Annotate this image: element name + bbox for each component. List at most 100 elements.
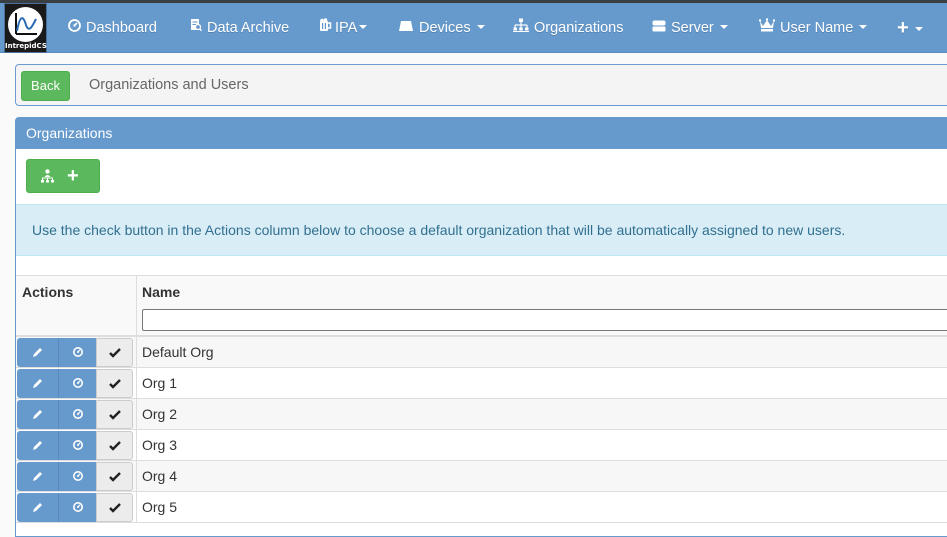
beer-mug-icon bbox=[319, 3, 333, 53]
dashboard-button[interactable] bbox=[59, 400, 96, 429]
check-icon bbox=[108, 407, 121, 423]
pencil-icon bbox=[32, 376, 44, 392]
row-actions bbox=[17, 462, 133, 491]
dashboard-button[interactable] bbox=[59, 369, 96, 398]
set-default-button[interactable] bbox=[96, 369, 133, 398]
chevron-down-icon bbox=[476, 25, 485, 29]
table-row: Org 2 bbox=[16, 399, 947, 430]
org-name: Org 5 bbox=[142, 499, 178, 515]
set-default-button[interactable] bbox=[96, 462, 133, 491]
organizations-panel: Organizations + Use the check button in … bbox=[15, 117, 947, 537]
back-button[interactable]: Back bbox=[21, 71, 70, 101]
edit-button[interactable] bbox=[17, 338, 59, 367]
navbar: IntrepidCS Dashboard Data Archive IPA De… bbox=[0, 3, 947, 53]
pencil-icon bbox=[32, 407, 44, 423]
check-icon bbox=[108, 469, 121, 485]
check-icon bbox=[108, 438, 121, 454]
sitemap-icon bbox=[41, 169, 54, 186]
dashboard-button[interactable] bbox=[59, 462, 96, 491]
panel-title: Organizations bbox=[16, 118, 947, 149]
table-row: Org 4 bbox=[16, 461, 947, 492]
pencil-icon bbox=[32, 438, 44, 454]
column-divider bbox=[136, 276, 137, 336]
nav-user[interactable]: User Name bbox=[758, 3, 868, 53]
sitemap-icon bbox=[513, 3, 529, 53]
check-icon bbox=[108, 500, 121, 516]
crown-icon bbox=[758, 3, 776, 53]
dashboard-button[interactable] bbox=[59, 338, 96, 367]
pencil-icon bbox=[32, 469, 44, 485]
nav-data-archive-label: Data Archive bbox=[207, 20, 290, 36]
device-icon bbox=[398, 3, 414, 53]
column-header-actions: Actions bbox=[22, 284, 74, 300]
org-name: Org 2 bbox=[142, 406, 178, 422]
dashboard-button[interactable] bbox=[59, 493, 96, 522]
set-default-button[interactable] bbox=[96, 431, 133, 460]
org-name: Org 1 bbox=[142, 375, 178, 391]
brand-logo[interactable]: IntrepidCS bbox=[4, 3, 47, 53]
nav-add-menu[interactable]: + bbox=[897, 3, 923, 53]
column-header-name[interactable]: Name bbox=[142, 284, 180, 300]
column-divider bbox=[136, 430, 137, 461]
chevron-down-icon bbox=[719, 25, 728, 29]
edit-button[interactable] bbox=[17, 400, 59, 429]
dashboard-icon bbox=[72, 376, 84, 392]
row-actions bbox=[17, 493, 133, 522]
chevron-down-icon bbox=[914, 27, 923, 31]
edit-button[interactable] bbox=[17, 493, 59, 522]
pencil-icon bbox=[32, 345, 44, 361]
dashboard-icon bbox=[68, 3, 81, 53]
organizations-table: Actions Name Default Org Org 1 Org 2 Org… bbox=[16, 275, 947, 523]
nav-devices[interactable]: Devices bbox=[398, 3, 485, 53]
row-actions bbox=[17, 369, 133, 398]
page-title: Organizations and Users bbox=[89, 77, 249, 93]
org-name: Default Org bbox=[142, 344, 214, 360]
table-row: Org 1 bbox=[16, 368, 947, 399]
edit-button[interactable] bbox=[17, 431, 59, 460]
nav-ipa-label: IPA bbox=[335, 20, 358, 36]
plus-icon: + bbox=[67, 165, 79, 187]
column-divider bbox=[136, 461, 137, 492]
set-default-button[interactable] bbox=[96, 338, 133, 367]
add-organization-button[interactable]: + bbox=[26, 159, 100, 193]
set-default-button[interactable] bbox=[96, 400, 133, 429]
nav-server[interactable]: Server bbox=[652, 3, 728, 53]
edit-button[interactable] bbox=[17, 462, 59, 491]
dashboard-icon bbox=[72, 469, 84, 485]
brand-name: IntrepidCS bbox=[5, 42, 47, 50]
dashboard-icon bbox=[72, 407, 84, 423]
table-row: Org 5 bbox=[16, 492, 947, 523]
breadcrumb: Back Organizations and Users bbox=[15, 64, 947, 106]
row-actions bbox=[17, 400, 133, 429]
chevron-down-icon bbox=[859, 25, 868, 29]
row-actions bbox=[17, 338, 133, 367]
name-filter-input[interactable] bbox=[142, 309, 947, 331]
table-row: Org 3 bbox=[16, 430, 947, 461]
nav-ipa[interactable]: IPA bbox=[319, 3, 368, 53]
nav-devices-label: Devices bbox=[419, 20, 471, 36]
info-alert: Use the check button in the Actions colu… bbox=[16, 204, 947, 256]
column-divider bbox=[136, 492, 137, 523]
set-default-button[interactable] bbox=[96, 493, 133, 522]
edit-button[interactable] bbox=[17, 369, 59, 398]
org-name: Org 4 bbox=[142, 468, 178, 484]
table-row: Default Org bbox=[16, 337, 947, 368]
column-divider bbox=[136, 368, 137, 399]
nav-dashboard[interactable]: Dashboard bbox=[68, 3, 157, 53]
org-name: Org 3 bbox=[142, 437, 178, 453]
nav-organizations-label: Organizations bbox=[534, 20, 624, 36]
dashboard-icon bbox=[72, 345, 84, 361]
pencil-icon bbox=[32, 500, 44, 516]
server-icon bbox=[652, 3, 666, 53]
dashboard-button[interactable] bbox=[59, 431, 96, 460]
nav-data-archive[interactable]: Data Archive bbox=[190, 3, 289, 53]
logo-graph-icon bbox=[8, 7, 43, 42]
chevron-down-icon bbox=[359, 25, 368, 29]
column-divider bbox=[136, 337, 137, 368]
nav-dashboard-label: Dashboard bbox=[86, 20, 157, 36]
check-icon bbox=[108, 376, 121, 392]
nav-organizations[interactable]: Organizations bbox=[513, 3, 623, 53]
nav-server-label: Server bbox=[671, 20, 714, 36]
check-icon bbox=[108, 345, 121, 361]
plus-icon: + bbox=[897, 17, 909, 39]
